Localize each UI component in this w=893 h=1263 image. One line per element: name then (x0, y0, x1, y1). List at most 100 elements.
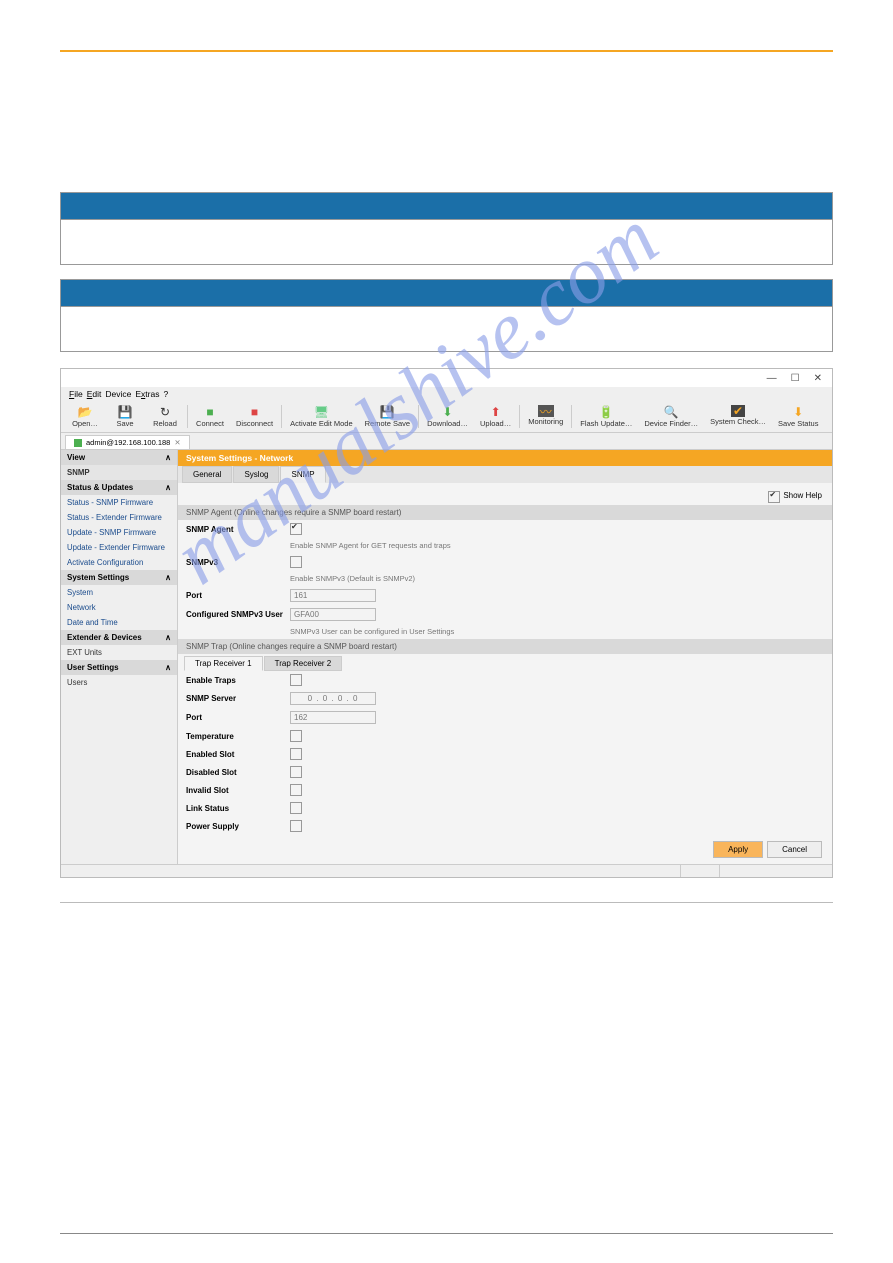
download-icon: ⬇ (439, 405, 457, 419)
sidebar-section-status-label: Status & Updates (67, 483, 133, 492)
download-button[interactable]: ⬇ Download… (421, 403, 474, 430)
save-status-button[interactable]: ⬇ Save Status (772, 403, 824, 430)
sidebar: View ∧ SNMP Status & Updates ∧ Status - … (61, 450, 178, 864)
status-bar (61, 864, 832, 877)
activate-edit-button[interactable]: 🖥 Activate Edit Mode (284, 403, 359, 430)
toolbar: 📂 Open… 💾 Save ↻ Reload ■ Connect ■ Disc… (61, 401, 832, 433)
sidebar-item-system[interactable]: System (61, 585, 177, 600)
sidebar-item-activate-config[interactable]: Activate Configuration (61, 555, 177, 570)
close-icon[interactable]: ✕ (814, 373, 822, 384)
sidebar-item-status-ext-fw[interactable]: Status - Extender Firmware (61, 510, 177, 525)
workspace: View ∧ SNMP Status & Updates ∧ Status - … (61, 450, 832, 864)
sidebar-item-update-snmp-fw[interactable]: Update - SNMP Firmware (61, 525, 177, 540)
sidebar-item-snmp[interactable]: SNMP (61, 465, 177, 480)
chevron-up-icon: ∧ (165, 483, 171, 492)
apply-button[interactable]: Apply (713, 841, 763, 858)
system-check-label: System Check… (710, 417, 766, 426)
sidebar-section-system[interactable]: System Settings ∧ (61, 570, 177, 585)
connect-icon: ■ (201, 405, 219, 419)
toolbar-separator (519, 405, 520, 428)
show-help-checkbox[interactable] (768, 491, 780, 503)
disabled-slot-checkbox[interactable] (290, 766, 302, 778)
sidebar-section-user-label: User Settings (67, 663, 119, 672)
menu-edit[interactable]: Edit (87, 389, 102, 399)
invalid-slot-checkbox[interactable] (290, 784, 302, 796)
enabled-slot-checkbox[interactable] (290, 748, 302, 760)
enable-traps-label: Enable Traps (186, 676, 290, 685)
monitoring-button[interactable]: 〰 Monitoring (522, 403, 569, 430)
tab-close-icon[interactable]: ✕ (174, 438, 180, 447)
toolbar-separator (418, 405, 419, 428)
maximize-icon[interactable]: ☐ (791, 373, 800, 384)
toolbar-separator (571, 405, 572, 428)
device-finder-button[interactable]: 🔍 Device Finder… (638, 403, 704, 430)
tab-trap-receiver-2[interactable]: Trap Receiver 2 (264, 656, 343, 671)
snmpv3-hint: Enable SNMPv3 (Default is SNMPv2) (290, 574, 415, 583)
download-label: Download… (427, 419, 468, 428)
upload-button[interactable]: ⬆ Upload… (474, 403, 517, 430)
sidebar-section-user[interactable]: User Settings ∧ (61, 660, 177, 675)
minimize-icon[interactable]: — (767, 373, 777, 384)
toolbar-separator (281, 405, 282, 428)
document-tab[interactable]: admin@192.168.100.188 ✕ (65, 435, 190, 449)
snmp-agent-label: SNMP Agent (186, 525, 290, 534)
menu-extras[interactable]: Extras (135, 389, 159, 399)
snmp-agent-checkbox[interactable] (290, 523, 302, 535)
sidebar-section-extender-label: Extender & Devices (67, 633, 142, 642)
save-icon: 💾 (116, 405, 134, 419)
content-title: System Settings - Network (178, 450, 832, 466)
snmpv3-label: SNMPv3 (186, 558, 290, 567)
disconnect-button[interactable]: ■ Disconnect (230, 403, 279, 430)
remote-save-icon: 💾 (378, 405, 396, 419)
tab-snmp[interactable]: SNMP (280, 466, 325, 483)
sidebar-item-datetime[interactable]: Date and Time (61, 615, 177, 630)
snmp-server-label: SNMP Server (186, 694, 290, 703)
snmpv3-user-input[interactable] (290, 608, 376, 621)
snmp-server-input[interactable] (290, 692, 376, 705)
system-check-button[interactable]: ✔ System Check… (704, 403, 772, 430)
agent-port-input[interactable] (290, 589, 376, 602)
link-status-checkbox[interactable] (290, 802, 302, 814)
enable-traps-checkbox[interactable] (290, 674, 302, 686)
device-finder-icon: 🔍 (662, 405, 680, 419)
page-top-divider (60, 50, 833, 52)
power-supply-checkbox[interactable] (290, 820, 302, 832)
header-table-2-body (60, 307, 833, 352)
chevron-up-icon: ∧ (165, 633, 171, 642)
system-check-icon: ✔ (731, 405, 745, 417)
remote-save-button[interactable]: 💾 Remote Save (359, 403, 416, 430)
cancel-button[interactable]: Cancel (767, 841, 822, 858)
title-bar: — ☐ ✕ (61, 369, 832, 387)
sub-tab-row: General Syslog SNMP (178, 466, 832, 483)
tab-trap-receiver-1[interactable]: Trap Receiver 1 (184, 656, 263, 671)
trap-port-input[interactable] (290, 711, 376, 724)
sidebar-section-extender[interactable]: Extender & Devices ∧ (61, 630, 177, 645)
open-button[interactable]: 📂 Open… (65, 403, 105, 430)
temperature-checkbox[interactable] (290, 730, 302, 742)
sidebar-section-view[interactable]: View ∧ (61, 450, 177, 465)
tab-syslog[interactable]: Syslog (233, 466, 279, 483)
snmp-agent-hint: Enable SNMP Agent for GET requests and t… (290, 541, 451, 550)
reload-button[interactable]: ↻ Reload (145, 403, 185, 430)
connect-label: Connect (196, 419, 224, 428)
menu-file[interactable]: File (69, 389, 83, 399)
menu-device[interactable]: Device (105, 389, 131, 399)
sidebar-item-network[interactable]: Network (61, 600, 177, 615)
tab-general[interactable]: General (182, 466, 232, 483)
snmpv3-checkbox[interactable] (290, 556, 302, 568)
dialog-buttons: Apply Cancel (178, 835, 832, 864)
sidebar-item-ext-units[interactable]: EXT Units (61, 645, 177, 660)
connect-button[interactable]: ■ Connect (190, 403, 230, 430)
menu-help[interactable]: ? (163, 389, 168, 399)
sidebar-item-status-snmp-fw[interactable]: Status - SNMP Firmware (61, 495, 177, 510)
separator (60, 902, 833, 903)
sidebar-section-status[interactable]: Status & Updates ∧ (61, 480, 177, 495)
save-button[interactable]: 💾 Save (105, 403, 145, 430)
device-finder-label: Device Finder… (644, 419, 698, 428)
show-help-row: Show Help (178, 483, 832, 505)
link-status-label: Link Status (186, 804, 290, 813)
trap-tab-row: Trap Receiver 1 Trap Receiver 2 (178, 654, 832, 671)
sidebar-item-update-ext-fw[interactable]: Update - Extender Firmware (61, 540, 177, 555)
flash-update-button[interactable]: 🔋 Flash Update… (574, 403, 638, 430)
sidebar-item-users[interactable]: Users (61, 675, 177, 690)
